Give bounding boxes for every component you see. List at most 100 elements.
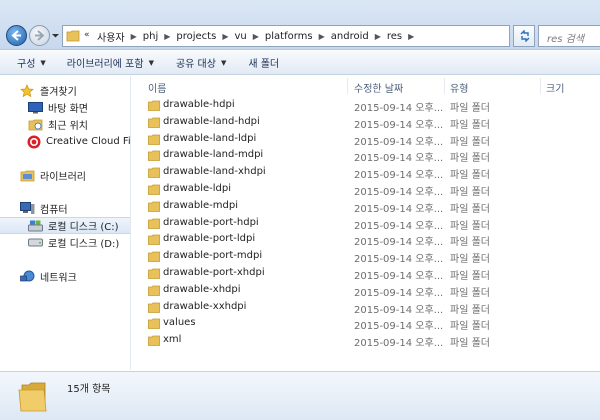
include-library-label: 라이브러리에 포함 <box>66 59 144 70</box>
file-list-pane[interactable]: 이름 수정한 날짜 유형 크기 drawable-hdpi 2015-09-14 … <box>132 76 600 370</box>
file-date-modified: 2015-09-14 오후... <box>354 338 444 350</box>
folder-icon <box>148 184 160 195</box>
table-row[interactable]: drawable-port-hdpi 2015-09-14 오후... 파일 폴더 <box>132 215 600 232</box>
folder-icon <box>148 268 160 279</box>
nav-favorites-label: 즐겨찾기 <box>40 87 77 98</box>
table-row[interactable]: drawable-port-ldpi 2015-09-14 오후... 파일 폴더 <box>132 231 600 248</box>
file-name: drawable-land-hdpi <box>163 115 260 127</box>
folder-icon <box>148 234 160 246</box>
column-divider[interactable] <box>540 78 541 94</box>
breadcrumb-item[interactable]: phj <box>143 31 158 42</box>
recent-pages-dropdown-icon[interactable] <box>51 31 60 40</box>
breadcrumb-item[interactable]: platforms <box>265 31 313 42</box>
details-pane: 15개 항목 <box>0 371 600 420</box>
search-placeholder: res 검색 <box>547 34 585 45</box>
column-header-date-modified[interactable]: 수정한 날짜 <box>354 80 403 95</box>
file-date-modified: 2015-09-14 오후... <box>354 321 444 333</box>
breadcrumb: 사용자 ▶ phj ▶ projects ▶ vu ▶ platforms ▶ … <box>97 26 420 46</box>
search-input[interactable]: res 검색 <box>538 25 600 47</box>
file-date-modified: 2015-09-14 오후... <box>354 170 444 182</box>
breadcrumb-separator-icon[interactable]: ▶ <box>319 32 325 41</box>
refresh-button[interactable] <box>513 25 535 47</box>
navigation-pane[interactable]: 즐겨찾기 바탕 화면 최근 위치 Creative Cloud Files 라이… <box>0 76 131 370</box>
file-name: drawable-land-xhdpi <box>163 166 266 178</box>
file-date-modified: 2015-09-14 오후... <box>354 119 444 131</box>
system-drive-icon <box>27 219 43 233</box>
breadcrumb-item[interactable]: res <box>387 31 402 42</box>
file-type: 파일 폴더 <box>450 220 490 232</box>
nav-creative-cloud-files[interactable]: Creative Cloud Files <box>0 133 131 150</box>
file-type: 파일 폴더 <box>450 237 490 249</box>
forward-arrow-icon <box>35 30 45 41</box>
nav-computer[interactable]: 컴퓨터 <box>0 200 130 217</box>
file-type: 파일 폴더 <box>450 338 490 350</box>
nav-creative-cloud-files-label: Creative Cloud Files <box>46 136 131 147</box>
file-date-modified: 2015-09-14 오후... <box>354 254 444 266</box>
table-row[interactable]: drawable-land-xhdpi 2015-09-14 오후... 파일 폴더 <box>132 164 600 181</box>
column-header-size[interactable]: 크기 <box>546 80 564 95</box>
file-date-modified: 2015-09-14 오후... <box>354 271 444 282</box>
file-date-modified: 2015-09-14 오후... <box>354 220 444 232</box>
breadcrumb-item[interactable]: vu <box>234 31 246 42</box>
share-with-button[interactable]: 공유 대상 ▼ <box>175 55 226 71</box>
breadcrumb-separator-icon[interactable]: ▶ <box>375 32 381 41</box>
breadcrumb-separator-icon[interactable]: ▶ <box>131 32 137 41</box>
address-bar-row: « 사용자 ▶ phj ▶ projects ▶ vu ▶ platforms … <box>0 0 600 50</box>
address-box[interactable]: « 사용자 ▶ phj ▶ projects ▶ vu ▶ platforms … <box>62 25 567 47</box>
nav-network[interactable]: 네트워크 <box>0 268 130 285</box>
table-row[interactable]: drawable-land-ldpi 2015-09-14 오후... 파일 폴더 <box>132 131 600 148</box>
file-name: drawable-mdpi <box>163 199 238 211</box>
breadcrumb-separator-icon[interactable]: ▶ <box>222 32 228 41</box>
back-button[interactable] <box>6 25 27 46</box>
breadcrumb-separator-icon[interactable]: ▶ <box>408 32 414 41</box>
file-name: values <box>163 317 196 329</box>
breadcrumb-item[interactable]: android <box>331 31 369 42</box>
table-row[interactable]: drawable-port-xhdpi 2015-09-14 오후... 파일 폴더 <box>132 265 600 282</box>
column-divider[interactable] <box>444 78 445 94</box>
nav-network-label: 네트워크 <box>40 273 77 284</box>
nav-local-disk-d[interactable]: 로컬 디스크 (D:) <box>0 234 130 251</box>
folder-icon <box>148 285 160 296</box>
file-type: 파일 폴더 <box>450 254 490 266</box>
column-header-type[interactable]: 유형 <box>450 80 468 95</box>
new-folder-button[interactable]: 새 폴더 <box>248 55 279 70</box>
organize-label: 구성 <box>17 59 36 70</box>
file-type: 파일 폴더 <box>450 119 490 131</box>
breadcrumb-item[interactable]: projects <box>176 31 216 42</box>
folder-icon <box>148 201 160 212</box>
table-row[interactable]: drawable-ldpi 2015-09-14 오후... 파일 폴더 <box>132 181 600 198</box>
include-library-button[interactable]: 라이브러리에 포함 ▼ <box>66 55 154 71</box>
table-row[interactable]: drawable-land-mdpi 2015-09-14 오후... 파일 폴더 <box>132 147 600 164</box>
file-date-modified: 2015-09-14 오후... <box>354 287 444 299</box>
desktop-icon <box>27 101 43 115</box>
table-row[interactable]: values 2015-09-14 오후... 파일 폴더 <box>132 315 600 332</box>
breadcrumb-separator-icon[interactable]: ▶ <box>164 32 170 41</box>
share-with-label: 공유 대상 <box>175 59 216 70</box>
nav-desktop[interactable]: 바탕 화면 <box>0 99 130 116</box>
breadcrumb-item[interactable]: 사용자 <box>97 29 125 44</box>
table-row[interactable]: drawable-mdpi 2015-09-14 오후... 파일 폴더 <box>132 198 600 215</box>
table-row[interactable]: drawable-land-hdpi 2015-09-14 오후... 파일 폴더 <box>132 114 600 131</box>
column-divider[interactable] <box>347 78 348 94</box>
breadcrumb-separator-icon[interactable]: ▶ <box>253 32 259 41</box>
table-row[interactable]: drawable-port-mdpi 2015-09-14 오후... 파일 폴더 <box>132 248 600 265</box>
forward-button[interactable] <box>29 25 50 46</box>
file-name: drawable-port-ldpi <box>163 233 256 245</box>
dropdown-caret-icon: ▼ <box>148 58 154 67</box>
nav-libraries[interactable]: 라이브러리 <box>0 167 130 184</box>
nav-computer-label: 컴퓨터 <box>40 205 68 216</box>
file-type: 파일 폴더 <box>450 271 490 282</box>
nav-local-disk-c[interactable]: 로컬 디스크 (C:) <box>0 217 130 234</box>
file-name: drawable-xhdpi <box>163 283 241 295</box>
nav-desktop-label: 바탕 화면 <box>48 104 88 115</box>
file-name: drawable-land-ldpi <box>163 132 257 144</box>
table-row[interactable]: drawable-xxhdpi 2015-09-14 오후... 파일 폴더 <box>132 299 600 316</box>
table-row[interactable]: drawable-hdpi 2015-09-14 오후... 파일 폴더 <box>132 97 600 114</box>
address-overflow-chevron[interactable]: « <box>84 30 90 40</box>
table-row[interactable]: xml 2015-09-14 오후... 파일 폴더 <box>132 332 600 349</box>
nav-favorites[interactable]: 즐겨찾기 <box>0 82 130 99</box>
nav-recent-places[interactable]: 최근 위치 <box>0 116 130 133</box>
organize-button[interactable]: 구성 ▼ <box>17 55 46 71</box>
column-header-name[interactable]: 이름 <box>148 80 166 95</box>
table-row[interactable]: drawable-xhdpi 2015-09-14 오후... 파일 폴더 <box>132 282 600 299</box>
